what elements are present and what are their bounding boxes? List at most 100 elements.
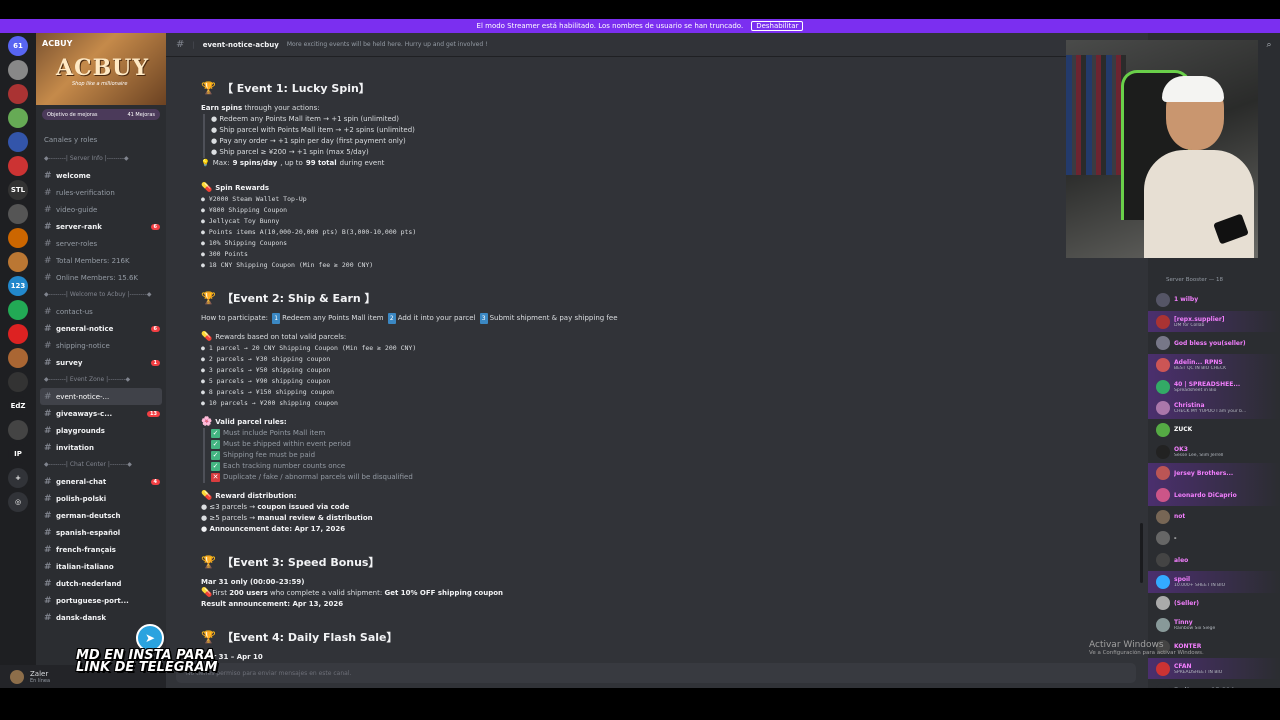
member-row[interactable]: Jersey Brothers...	[1148, 462, 1280, 485]
server-icon[interactable]: 123	[8, 276, 28, 296]
member-row[interactable]: CFAN SPREADSHEET IN BIO	[1148, 657, 1280, 680]
valid-rule-item: ✓ Each tracking number counts once	[211, 461, 1148, 472]
member-row[interactable]: ZUCK	[1148, 419, 1280, 441]
member-row[interactable]: En línea — 15,894	[1148, 679, 1280, 688]
server-icon[interactable]	[8, 84, 28, 104]
channel-item[interactable]: # giveaways-c... 13	[36, 405, 166, 422]
channel-item[interactable]: # italian-italiano	[36, 558, 166, 575]
channel-item[interactable]: # event-notice-...	[40, 388, 162, 405]
server-icon[interactable]	[8, 60, 28, 80]
channel-item[interactable]: # dutch-nederland	[36, 575, 166, 592]
server-icon[interactable]	[8, 252, 28, 272]
server-icon[interactable]	[8, 348, 28, 368]
member-avatar[interactable]	[1156, 444, 1170, 459]
member-row[interactable]: 40 | SPREADSHEE... Spreadsheet in Bio	[1148, 375, 1280, 398]
channel-item[interactable]: # polish-polski	[36, 490, 166, 507]
server-icon[interactable]	[8, 156, 28, 176]
boost-goal-bar[interactable]: Objetivo de mejoras 41 Mejoras	[42, 109, 160, 120]
member-row[interactable]: (Seller)	[1148, 593, 1280, 615]
member-avatar[interactable]	[1156, 488, 1170, 503]
channel-category[interactable]: ◆--------| Event Zone |--------◆	[36, 371, 166, 388]
server-icon[interactable]: 61	[8, 36, 28, 56]
member-avatar[interactable]	[1156, 292, 1170, 307]
member-avatar[interactable]	[1156, 509, 1170, 524]
member-avatar[interactable]	[1156, 553, 1170, 568]
user-avatar[interactable]	[10, 669, 24, 684]
member-avatar[interactable]	[1156, 422, 1170, 437]
channel-item[interactable]: # video-guide	[36, 201, 166, 218]
member-avatar[interactable]	[1156, 314, 1170, 329]
member-row[interactable]: Leonardo DiCaprio	[1148, 484, 1280, 506]
channel-item[interactable]: # playgrounds	[36, 422, 166, 439]
channel-item[interactable]: # Online Members: 15.6K	[36, 269, 166, 286]
channel-item[interactable]: # Total Members: 216K	[36, 252, 166, 269]
keycap-1-icon: 1	[272, 313, 281, 324]
mention-badge: 1	[150, 359, 160, 366]
dist-line-2: ● ≥5 parcels → manual review & distribut…	[201, 513, 1148, 524]
server-icon[interactable]: +	[8, 468, 28, 488]
channel-item[interactable]: # server-rank 6	[36, 218, 166, 235]
server-icon[interactable]	[8, 228, 28, 248]
server-icon[interactable]	[8, 108, 28, 128]
member-avatar[interactable]	[1156, 357, 1170, 372]
member-row[interactable]: Tinny Rainbow Six Siege	[1148, 614, 1280, 636]
channel-item[interactable]: # german-deutsch	[36, 507, 166, 524]
server-icon[interactable]	[8, 132, 28, 152]
channel-item[interactable]: # general-notice 6	[36, 320, 166, 337]
member-avatar[interactable]	[1156, 596, 1170, 611]
spin-reward-item: ● Points items A(10,000-20,000 pts) B(3,…	[201, 228, 417, 236]
member-avatar[interactable]	[1156, 661, 1170, 676]
server-icon[interactable]	[8, 372, 28, 392]
member-avatar[interactable]	[1156, 531, 1170, 546]
channel-category[interactable]: ◆--------| Server Info |--------◆	[36, 150, 166, 167]
member-row[interactable]: OK3 Sesse Lee, Slim Jerrell	[1148, 441, 1280, 463]
channel-category[interactable]: ◆--------| Chat Center |--------◆	[36, 456, 166, 473]
hash-icon: #	[44, 238, 52, 249]
member-row[interactable]: Adelin... RPNS BEST QC IN BIO CHECK	[1148, 354, 1280, 376]
server-icon[interactable]	[8, 204, 28, 224]
channel-item[interactable]: # survey 1	[36, 354, 166, 371]
disable-button[interactable]: Deshabilitar	[751, 21, 804, 31]
member-row[interactable]: not	[1148, 506, 1280, 528]
server-name[interactable]: ACBUY	[42, 39, 72, 48]
channel-name: invitation	[56, 443, 94, 452]
server-icon[interactable]: STL	[8, 180, 28, 200]
member-row[interactable]: aleo	[1148, 549, 1280, 571]
channel-item[interactable]: # french-français	[36, 541, 166, 558]
channel-item[interactable]: # welcome	[36, 167, 166, 184]
channel-item[interactable]: # rules-verification	[36, 184, 166, 201]
member-avatar[interactable]	[1156, 618, 1170, 633]
channel-item[interactable]: # portuguese-port...	[36, 592, 166, 609]
server-icon[interactable]	[8, 420, 28, 440]
channel-item[interactable]: # spanish-español	[36, 524, 166, 541]
member-row[interactable]: [repx.supplier] DM for Collab	[1148, 310, 1280, 333]
member-row[interactable]: 1 wilby	[1148, 289, 1280, 311]
channel-item[interactable]: # server-roles	[36, 235, 166, 252]
server-icon[interactable]: ◎	[8, 492, 28, 512]
hash-icon: #	[44, 323, 52, 334]
channel-topic[interactable]: More exciting events will be held here. …	[287, 41, 488, 48]
member-avatar[interactable]	[1156, 379, 1170, 394]
channel-item[interactable]: # shipping-notice	[36, 337, 166, 354]
channel-category[interactable]: ◆--------| Welcome to Acbuy |--------◆	[36, 286, 166, 303]
server-icon[interactable]: EdZ	[8, 396, 28, 416]
member-row[interactable]: spoil 10.000+ SHEET IN BIO	[1148, 570, 1280, 593]
member-avatar[interactable]	[1156, 574, 1170, 589]
server-icon[interactable]	[8, 324, 28, 344]
member-row[interactable]: God bless you(seller)	[1148, 332, 1280, 354]
member-avatar[interactable]	[1156, 401, 1170, 416]
member-row[interactable]: -	[1148, 528, 1280, 550]
channel-item[interactable]: # general-chat 4	[36, 473, 166, 490]
chat-scrollbar[interactable]	[1140, 523, 1143, 583]
server-icon[interactable]: IP	[8, 444, 28, 464]
channels-roles-link[interactable]: Canales y roles	[36, 124, 166, 150]
parcel-reward-item: ● 2 parcels → ¥30 shipping coupon	[201, 355, 331, 363]
channel-item[interactable]: # invitation	[36, 439, 166, 456]
channel-item[interactable]: # contact-us	[36, 303, 166, 320]
server-header[interactable]: ACBUY ACBUY Shop like a millionaire	[36, 33, 166, 105]
member-row[interactable]: Christina CHECK MY YUPOO I am your b...	[1148, 397, 1280, 420]
member-avatar[interactable]	[1156, 336, 1170, 351]
server-icon[interactable]	[8, 300, 28, 320]
member-avatar[interactable]	[1156, 466, 1170, 481]
search-icon[interactable]: ⌕	[1258, 33, 1280, 57]
